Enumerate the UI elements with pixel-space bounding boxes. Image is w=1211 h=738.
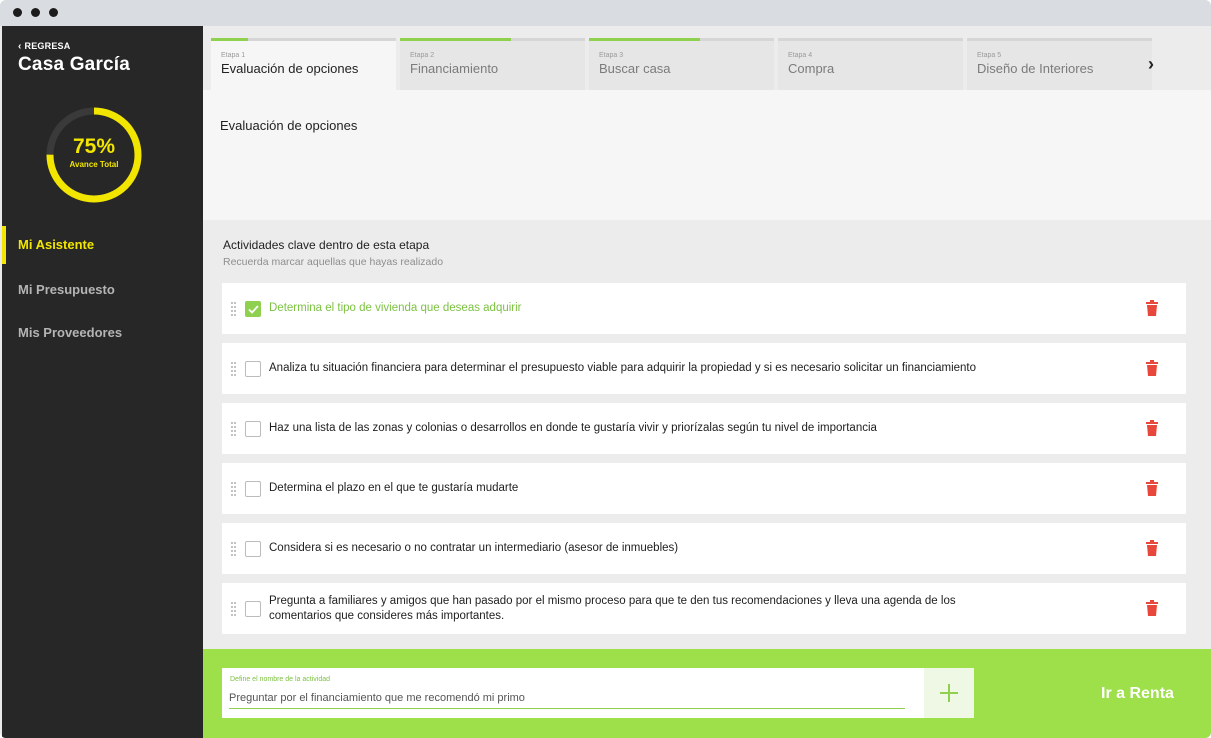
new-activity-input[interactable]: [229, 687, 905, 709]
sidebar: ‹ REGRESA Casa García 75% Avance Total Mi…: [2, 26, 203, 738]
tab-progress-fill: [211, 38, 248, 41]
tab-step: Etapa 3: [599, 52, 624, 59]
tab-etapa-4[interactable]: Etapa 4 Compra: [778, 38, 963, 90]
new-activity-label: Define el nombre de la actividad: [230, 676, 331, 683]
back-label: REGRESA: [24, 41, 71, 51]
nav-item-mis-proveedores[interactable]: Mis Proveedores: [2, 314, 203, 352]
title-bar: [0, 0, 1211, 26]
activity-checkbox[interactable]: [245, 421, 261, 437]
tab-label: Evaluación de opciones: [221, 61, 359, 76]
tab-label: Buscar casa: [599, 61, 671, 76]
activities-title: Actividades clave dentro de esta etapa: [223, 238, 430, 252]
chevron-right-icon[interactable]: ›: [1148, 54, 1154, 75]
activity-row: Determina el plazo en el que te gustaría…: [222, 463, 1186, 514]
tab-etapa-2[interactable]: Etapa 2 Financiamiento: [400, 38, 585, 90]
tab-etapa-3[interactable]: Etapa 3 Buscar casa: [589, 38, 774, 90]
drag-handle-icon[interactable]: [231, 482, 236, 496]
progress-percent: 75%: [72, 135, 116, 158]
activity-checkbox[interactable]: [245, 541, 261, 557]
tab-step: Etapa 1: [221, 52, 246, 59]
tab-progress-track: [967, 38, 1152, 41]
window-dot-icon[interactable]: [13, 8, 22, 17]
tab-progress-track: [211, 38, 396, 41]
tab-step: Etapa 4: [788, 52, 813, 59]
activities-subtitle: Recuerda marcar aquellas que hayas reali…: [223, 256, 444, 268]
activity-text: Analiza tu situación financiera para det…: [269, 362, 977, 374]
main-content: Etapa 1 Evaluación de opciones Etapa 2 F…: [203, 26, 1211, 738]
stage-tabs: Etapa 1 Evaluación de opciones Etapa 2 F…: [203, 26, 1211, 90]
tab-etapa-5[interactable]: Etapa 5 Diseño de Interiores: [967, 38, 1152, 90]
activity-text: Pregunta a familiares y amigos que han p…: [269, 595, 956, 622]
stage-panel: Evaluación de opciones: [203, 90, 1211, 220]
nav-item-mi-asistente[interactable]: Mi Asistente: [2, 226, 203, 264]
project-name: Casa García: [18, 54, 131, 75]
drag-handle-icon[interactable]: [231, 422, 236, 436]
tab-progress-track: [400, 38, 585, 41]
activity-row: Pregunta a familiares y amigos que han p…: [222, 583, 1186, 634]
chevron-left-icon: ‹: [18, 41, 22, 52]
progress-label: Avance Total: [69, 160, 119, 169]
activity-checkbox[interactable]: [245, 481, 261, 497]
trash-icon[interactable]: [1145, 360, 1159, 376]
nav-item-mi-presupuesto[interactable]: Mi Presupuesto: [2, 271, 203, 309]
activity-row: Haz una lista de las zonas y colonias o …: [222, 403, 1186, 454]
activity-text: Haz una lista de las zonas y colonias o …: [269, 422, 877, 434]
stage-title: Evaluación de opciones: [220, 118, 358, 133]
window-dot-icon[interactable]: [31, 8, 40, 17]
activity-text: Determina el tipo de vivienda que deseas…: [269, 302, 522, 314]
window-dot-icon[interactable]: [49, 8, 58, 17]
activity-checkbox[interactable]: [245, 301, 261, 317]
new-activity-box: Define el nombre de la actividad: [222, 668, 924, 718]
app-window: ‹ REGRESA Casa García 75% Avance Total Mi…: [0, 0, 1211, 738]
tab-label: Compra: [788, 61, 835, 76]
tab-label: Diseño de Interiores: [977, 61, 1094, 76]
tab-progress-track: [589, 38, 774, 41]
activity-checkbox[interactable]: [245, 601, 261, 617]
activity-checkbox[interactable]: [245, 361, 261, 377]
tab-step: Etapa 5: [977, 52, 1002, 59]
activity-text: Determina el plazo en el que te gustaría…: [269, 482, 519, 494]
add-activity-button[interactable]: [924, 668, 974, 718]
trash-icon[interactable]: [1145, 600, 1159, 616]
tab-progress-fill: [589, 38, 700, 41]
activity-row: Determina el tipo de vivienda que deseas…: [222, 283, 1186, 334]
trash-icon[interactable]: [1145, 480, 1159, 496]
drag-handle-icon[interactable]: [231, 362, 236, 376]
drag-handle-icon[interactable]: [231, 542, 236, 556]
drag-handle-icon[interactable]: [231, 602, 236, 616]
tab-step: Etapa 2: [410, 52, 435, 59]
tab-etapa-1[interactable]: Etapa 1 Evaluación de opciones: [211, 38, 396, 90]
trash-icon[interactable]: [1145, 300, 1159, 316]
tab-progress-fill: [400, 38, 511, 41]
check-icon: [248, 305, 259, 314]
activity-row: Considera si es necesario o no contratar…: [222, 523, 1186, 574]
next-stage-button[interactable]: Ir a Renta: [1101, 685, 1174, 703]
drag-handle-icon[interactable]: [231, 302, 236, 316]
tab-progress-track: [778, 38, 963, 41]
footer-bar: Define el nombre de la actividad Ir a Re…: [203, 649, 1211, 738]
trash-icon[interactable]: [1145, 420, 1159, 436]
activity-row: Analiza tu situación financiera para det…: [222, 343, 1186, 394]
progress-readout: 75% Avance Total: [44, 105, 144, 205]
trash-icon[interactable]: [1145, 540, 1159, 556]
activity-text: Considera si es necesario o no contratar…: [269, 542, 679, 554]
tab-label: Financiamiento: [410, 61, 499, 76]
back-link[interactable]: ‹ REGRESA: [18, 41, 70, 52]
